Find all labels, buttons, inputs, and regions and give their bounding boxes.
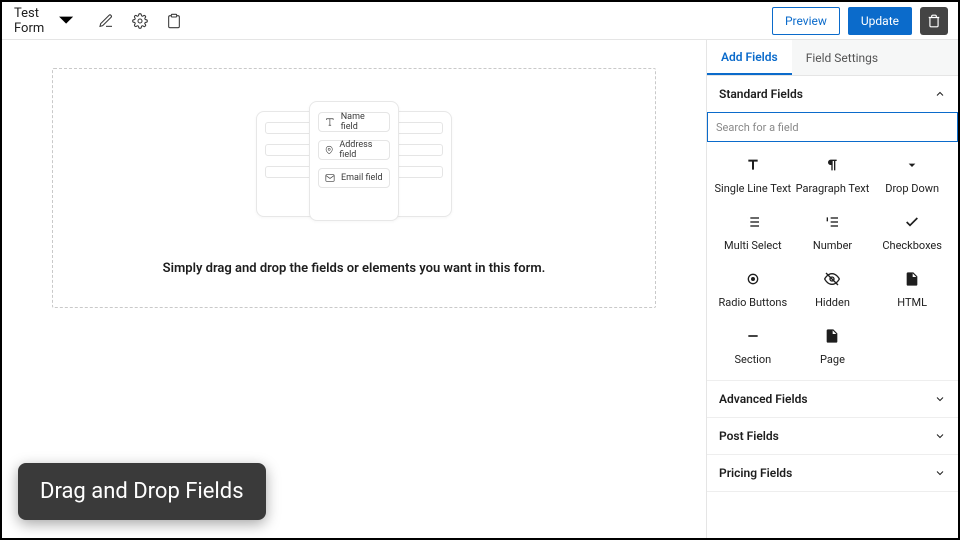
form-editor-app: Test Form Preview Update [0,0,960,540]
field-search-wrap [707,112,958,142]
trash-button[interactable] [920,7,948,35]
field-multi-select[interactable]: Multi Select [713,213,793,252]
eye-off-icon [823,270,841,288]
section-pricing-fields: Pricing Fields [707,455,958,492]
gear-icon[interactable] [130,11,150,31]
section-standard-fields: Standard Fields Single Line Text Paragra… [707,76,958,381]
check-icon [903,213,921,231]
paragraph-icon [823,156,841,174]
field-drop-down[interactable]: Drop Down [872,156,952,195]
field-search-input[interactable] [707,112,958,142]
section-advanced-title: Advanced Fields [719,392,808,406]
section-post-header[interactable]: Post Fields [707,418,958,454]
chevron-down-icon [934,467,946,479]
chevron-up-icon [934,88,946,100]
chevron-down-icon [52,6,80,34]
text-icon [744,156,762,174]
section-advanced-header[interactable]: Advanced Fields [707,381,958,417]
topbar-right: Preview Update [772,7,948,35]
field-page[interactable]: Page [793,327,873,366]
dropzone[interactable]: Name field Address field Email field Sim… [52,68,656,308]
sample-chip-name: Name field [318,112,390,132]
number-list-icon [823,213,841,231]
section-standard-title: Standard Fields [719,87,803,101]
section-standard-header[interactable]: Standard Fields [707,76,958,112]
page-icon [823,327,841,345]
field-paragraph-text[interactable]: Paragraph Text [793,156,873,195]
field-html[interactable]: HTML [872,270,952,309]
section-advanced-fields: Advanced Fields [707,381,958,418]
illustration-card-center: Name field Address field Email field [309,101,399,221]
edit-icon[interactable] [96,11,116,31]
field-radio-buttons[interactable]: Radio Buttons [713,270,793,309]
chevron-down-icon [934,393,946,405]
sample-chip-email: Email field [318,168,390,188]
topbar: Test Form Preview Update [2,2,958,40]
section-pricing-header[interactable]: Pricing Fields [707,455,958,491]
dropzone-hint: Simply drag and drop the fields or eleme… [163,261,546,276]
minus-icon [744,327,762,345]
field-checkboxes[interactable]: Checkboxes [872,213,952,252]
sample-chip-address: Address field [318,140,390,160]
chevron-down-icon [934,430,946,442]
sidebar: Add Fields Field Settings Standard Field… [706,40,958,538]
list-icon [744,213,762,231]
field-single-line-text[interactable]: Single Line Text [713,156,793,195]
standard-field-grid: Single Line Text Paragraph Text Drop Dow… [707,142,958,380]
dropzone-illustration: Name field Address field Email field [264,101,444,231]
section-pricing-title: Pricing Fields [719,466,792,480]
form-switch-dropdown[interactable]: Test Form [12,2,82,40]
tab-add-fields[interactable]: Add Fields [707,40,792,75]
section-post-title: Post Fields [719,429,779,443]
clipboard-icon[interactable] [164,11,184,31]
tab-field-settings[interactable]: Field Settings [792,40,892,75]
field-section[interactable]: Section [713,327,793,366]
topbar-left: Test Form [12,2,184,40]
section-post-fields: Post Fields [707,418,958,455]
update-button[interactable]: Update [848,7,912,35]
trash-icon [927,14,941,28]
instruction-toast: Drag and Drop Fields [18,463,266,520]
field-number[interactable]: Number [793,213,873,252]
sidebar-tabs: Add Fields Field Settings [707,40,958,76]
caret-down-icon [903,156,921,174]
field-hidden[interactable]: Hidden [793,270,873,309]
preview-button[interactable]: Preview [772,7,840,35]
form-name: Test Form [14,6,44,36]
file-code-icon [903,270,921,288]
radio-icon [744,270,762,288]
